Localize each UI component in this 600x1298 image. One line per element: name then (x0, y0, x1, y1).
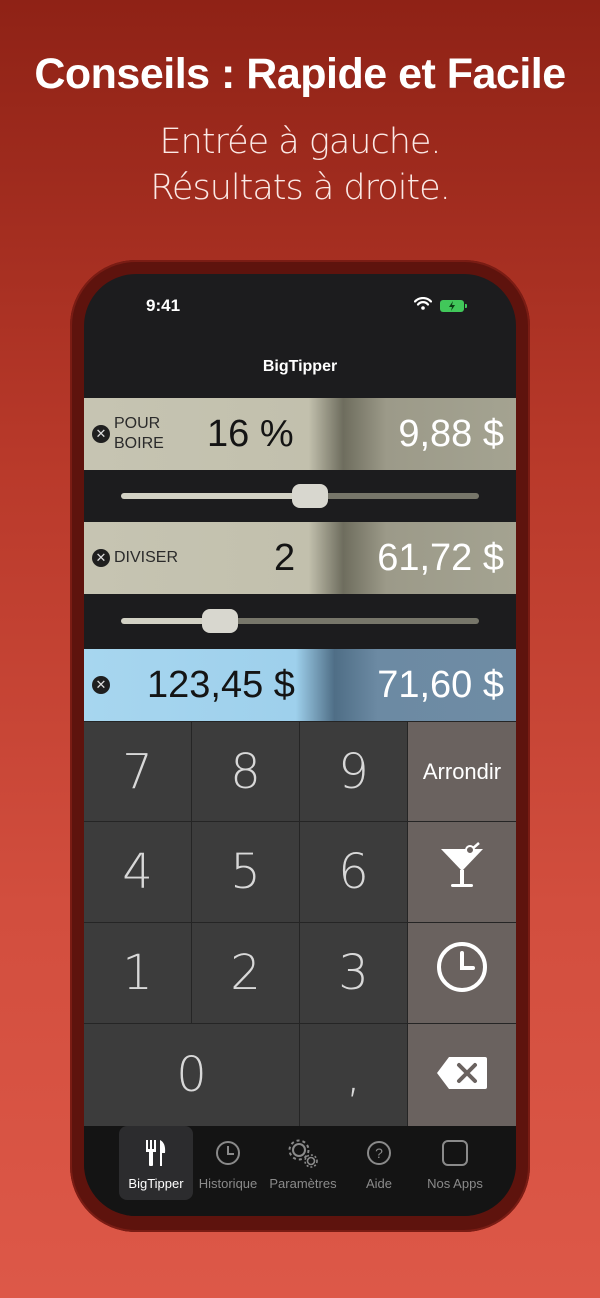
key-5[interactable]: 5 (192, 822, 299, 922)
tab-nos-apps[interactable]: Nos Apps (418, 1126, 492, 1200)
promo-headline: Conseils : Rapide et Facile (34, 50, 566, 98)
square-icon (418, 1138, 492, 1168)
tip-label-line2: BOIRE (114, 435, 164, 452)
round-button[interactable]: Arrondir (408, 722, 516, 821)
tip-amount-result: 9,88 $ (398, 413, 504, 455)
split-amount-result: 61,72 $ (377, 537, 504, 579)
tab-historique[interactable]: Historique (191, 1126, 265, 1200)
tip-label: POUR BOIRE (114, 414, 164, 454)
tab-bigtipper[interactable]: BigTipper (119, 1126, 193, 1200)
gears-icon (266, 1138, 340, 1168)
svg-text:?: ? (375, 1145, 383, 1161)
key-4[interactable]: 4 (84, 822, 191, 922)
nav-title: BigTipper (262, 358, 338, 375)
tip-slider-thumb[interactable] (292, 484, 328, 508)
app-screen: 9:41 BigTipper ✕ POUR BOIRE 16 % 9,88 $ … (84, 274, 516, 1216)
backspace-icon (435, 1047, 489, 1103)
key-comma[interactable]: , (300, 1024, 407, 1126)
key-2[interactable]: 2 (192, 923, 299, 1023)
split-slider-thumb[interactable] (202, 609, 238, 633)
keypad: 7 8 9 Arrondir 4 5 6 1 2 3 0 , (84, 721, 516, 1126)
tab-historique-label: Historique (198, 1176, 258, 1191)
key-6[interactable]: 6 (300, 822, 407, 922)
tip-row[interactable]: ✕ POUR BOIRE 16 % 9,88 $ (84, 398, 516, 470)
tab-parametres[interactable]: Paramètres (266, 1126, 340, 1200)
bill-amount-input[interactable]: 123,45 $ (147, 664, 295, 707)
question-icon: ? (342, 1138, 416, 1168)
split-label: DIVISER (114, 549, 179, 566)
tab-parametres-label: Paramètres (269, 1176, 337, 1191)
promo-subline-2: Résultats à droite. (150, 168, 451, 208)
cocktail-icon (435, 839, 489, 905)
split-row[interactable]: ✕ DIVISER 2 61,72 $ (84, 522, 516, 594)
key-9[interactable]: 9 (300, 722, 407, 821)
split-count-input[interactable]: 2 (274, 537, 295, 580)
tab-aide-label: Aide (365, 1176, 393, 1191)
clear-tip-button[interactable]: ✕ (92, 425, 110, 443)
backspace-button[interactable] (408, 1024, 516, 1126)
tab-aide[interactable]: ? Aide (342, 1126, 416, 1200)
tab-nos-apps-label: Nos Apps (427, 1176, 483, 1191)
promo-subline-1: Entrée à gauche. (159, 122, 441, 162)
clear-total-button[interactable]: ✕ (92, 676, 110, 694)
total-row[interactable]: ✕ 123,45 $ 71,60 $ (84, 649, 516, 721)
tab-bigtipper-label: BigTipper (128, 1176, 184, 1191)
tip-label-line1: POUR (114, 415, 161, 432)
per-person-result: 71,60 $ (377, 664, 504, 706)
history-button[interactable] (408, 923, 516, 1023)
key-7[interactable]: 7 (84, 722, 191, 821)
key-3[interactable]: 3 (300, 923, 407, 1023)
wifi-icon (413, 297, 433, 315)
key-8[interactable]: 8 (192, 722, 299, 821)
battery-charging-icon (440, 300, 467, 312)
clear-split-button[interactable]: ✕ (92, 549, 110, 567)
tip-percent-input[interactable]: 16 % (207, 413, 294, 456)
cocktail-button[interactable] (408, 822, 516, 922)
status-icons (413, 297, 467, 315)
key-0[interactable]: 0 (84, 1024, 299, 1126)
key-1[interactable]: 1 (84, 923, 191, 1023)
clock-icon (435, 940, 489, 1006)
clock-icon (191, 1138, 265, 1168)
fork-knife-icon (119, 1138, 193, 1168)
status-time: 9:41 (146, 296, 181, 315)
tab-bar: BigTipper Historique Paramètres ? Aide N… (84, 1126, 516, 1216)
split-slider[interactable] (121, 618, 479, 624)
